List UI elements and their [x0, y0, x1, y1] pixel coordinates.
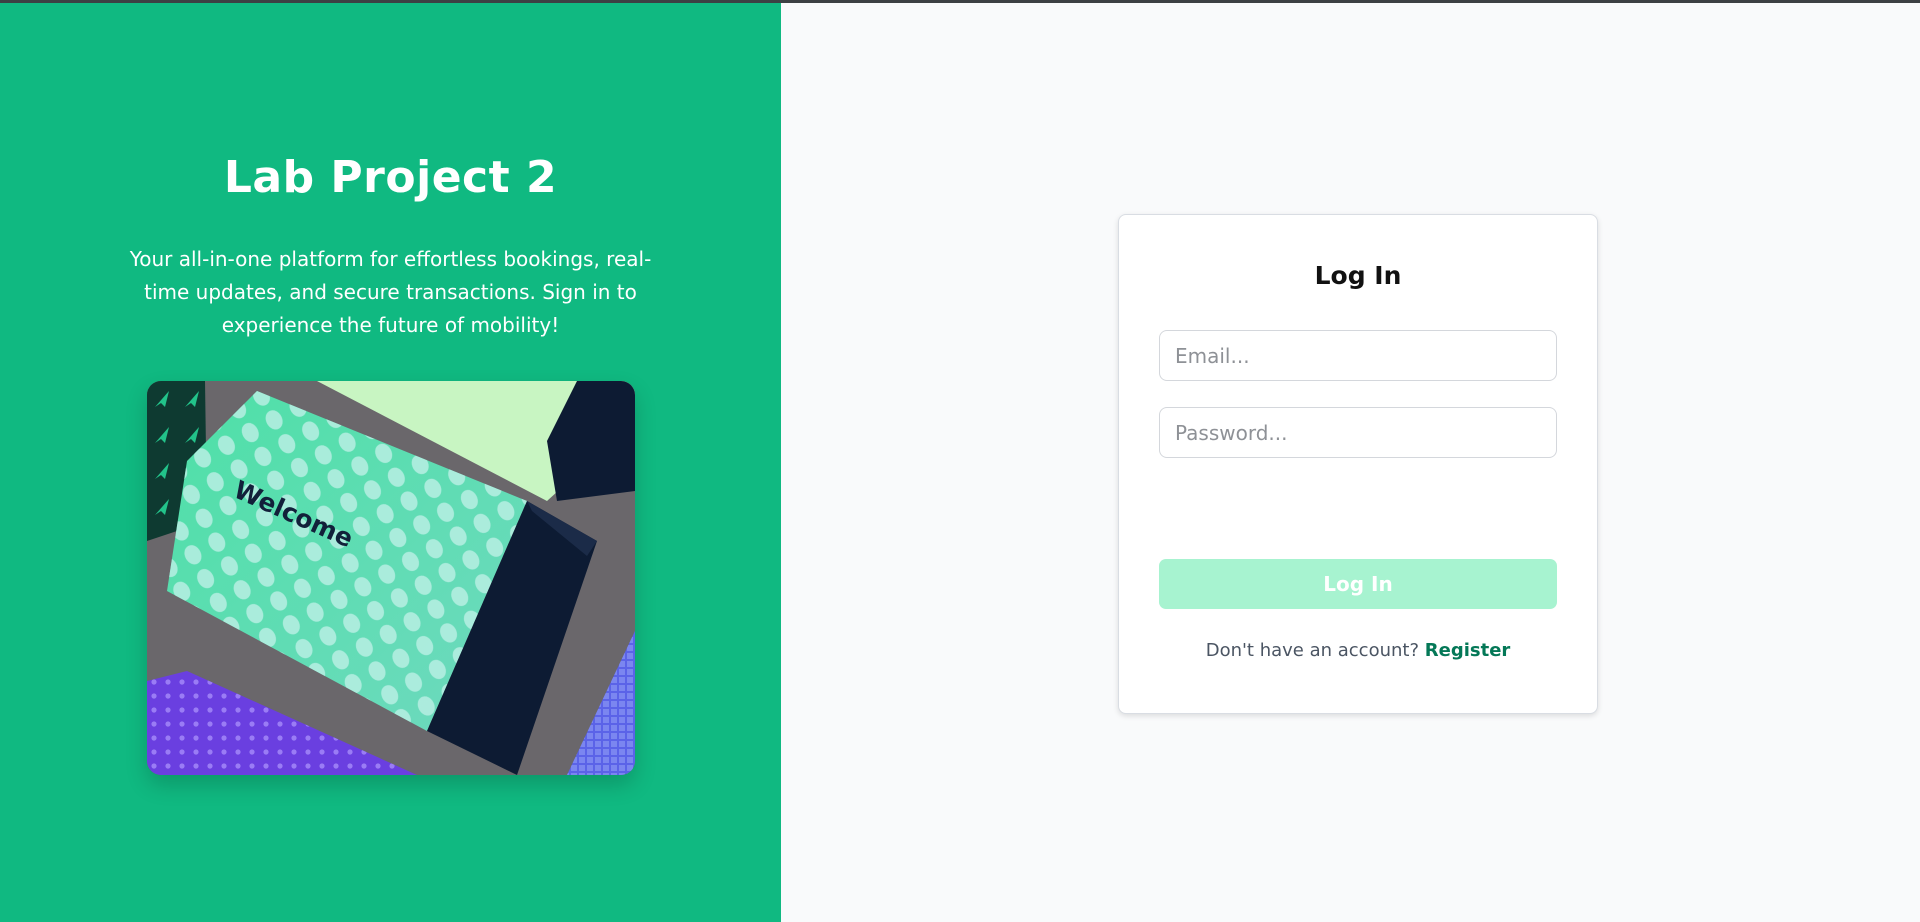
login-heading: Log In	[1314, 261, 1402, 290]
app-tagline: Your all-in-one platform for effortless …	[129, 247, 652, 337]
login-card: Log In Log In Don't have an account? Reg…	[1118, 214, 1598, 714]
password-input[interactable]	[1159, 407, 1557, 458]
brand-panel: Lab Project 2 Your all-in-one platform f…	[0, 0, 781, 922]
register-link[interactable]: Register	[1425, 640, 1511, 661]
welcome-hero-image: Welcome	[147, 381, 635, 775]
register-prompt: Don't have an account?	[1205, 640, 1420, 661]
browser-top-border	[0, 0, 1920, 3]
login-button[interactable]: Log In	[1159, 559, 1557, 609]
register-row: Don't have an account? Register	[1119, 640, 1597, 661]
email-input[interactable]	[1159, 330, 1557, 381]
app-title: Lab Project 2	[223, 152, 558, 203]
